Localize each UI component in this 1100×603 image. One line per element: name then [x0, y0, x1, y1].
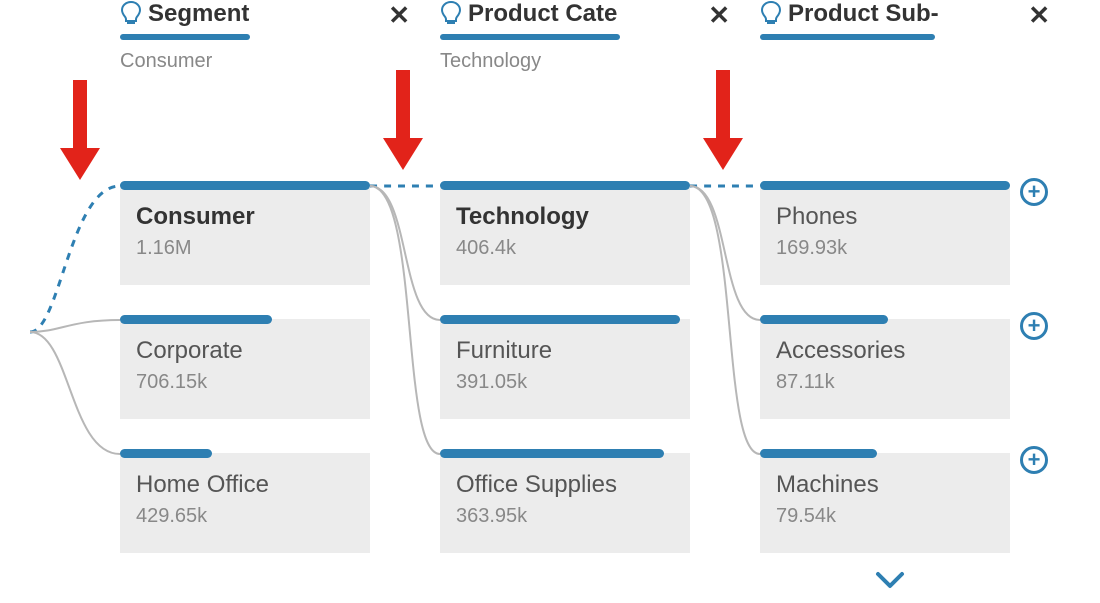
bar-indicator: [120, 315, 272, 324]
card-technology[interactable]: Technology 406.4k: [440, 185, 690, 285]
card-machines[interactable]: Machines 79.54k: [760, 453, 1010, 553]
segment-cards: Consumer 1.16M Corporate 706.15k Home Of…: [120, 185, 370, 587]
column-subtext: Consumer: [120, 50, 410, 74]
card-value: 706.15k: [136, 371, 354, 394]
annotation-arrow-3: [693, 70, 753, 180]
card-name: Accessories: [776, 337, 994, 365]
card-office-supplies[interactable]: Office Supplies 363.95k: [440, 453, 690, 553]
close-icon[interactable]: ✕: [388, 0, 410, 31]
bar-indicator: [760, 315, 888, 324]
card-name: Furniture: [456, 337, 674, 365]
plus-circle-icon[interactable]: [1020, 446, 1048, 474]
card-home-office[interactable]: Home Office 429.65k: [120, 453, 370, 553]
card-value: 391.05k: [456, 371, 674, 394]
header-underline: [120, 34, 250, 40]
annotation-arrow-2: [373, 70, 433, 180]
header-underline: [760, 34, 935, 40]
bar-indicator: [120, 181, 370, 190]
card-furniture[interactable]: Furniture 391.05k: [440, 319, 690, 419]
subcategory-cards: Phones 169.93k Accessories 87.11k Machin…: [760, 185, 1010, 587]
column-header-segment: Segment ✕ Consumer: [120, 0, 410, 74]
card-value: 87.11k: [776, 371, 994, 394]
lightbulb-icon: [760, 1, 782, 27]
card-name: Office Supplies: [456, 471, 674, 499]
card-value: 363.95k: [456, 505, 674, 528]
column-subtext: Technology: [440, 50, 730, 74]
bar-indicator: [440, 449, 664, 458]
header-underline: [440, 34, 620, 40]
card-name: Machines: [776, 471, 994, 499]
card-name: Phones: [776, 203, 994, 231]
plus-circle-icon[interactable]: [1020, 312, 1048, 340]
column-subtext: [760, 50, 1050, 74]
card-value: 169.93k: [776, 237, 994, 260]
category-cards: Technology 406.4k Furniture 391.05k Offi…: [440, 185, 690, 587]
close-icon[interactable]: ✕: [708, 0, 730, 31]
card-phones[interactable]: Phones 169.93k: [760, 185, 1010, 285]
bar-indicator: [440, 315, 680, 324]
card-name: Corporate: [136, 337, 354, 365]
bar-indicator: [120, 449, 212, 458]
card-corporate[interactable]: Corporate 706.15k: [120, 319, 370, 419]
close-icon[interactable]: ✕: [1028, 0, 1050, 31]
plus-circle-icon[interactable]: [1020, 178, 1048, 206]
card-name: Home Office: [136, 471, 354, 499]
card-value: 79.54k: [776, 505, 994, 528]
card-accessories[interactable]: Accessories 87.11k: [760, 319, 1010, 419]
column-header-subcategory: Product Sub- ✕: [760, 0, 1050, 74]
column-title: Segment: [148, 0, 249, 28]
card-name: Consumer: [136, 203, 354, 231]
lightbulb-icon: [120, 1, 142, 27]
chevron-down-icon[interactable]: [875, 565, 905, 599]
bar-indicator: [440, 181, 690, 190]
bar-indicator: [760, 181, 1010, 190]
card-value: 1.16M: [136, 237, 354, 260]
card-value: 429.65k: [136, 505, 354, 528]
bar-indicator: [760, 449, 877, 458]
column-title: Product Sub-: [788, 0, 939, 28]
card-value: 406.4k: [456, 237, 674, 260]
lightbulb-icon: [440, 1, 462, 27]
annotation-arrow-1: [50, 80, 110, 190]
column-header-category: Product Cate ✕ Technology: [440, 0, 730, 74]
card-consumer[interactable]: Consumer 1.16M: [120, 185, 370, 285]
column-title: Product Cate: [468, 0, 617, 28]
card-name: Technology: [456, 203, 674, 231]
